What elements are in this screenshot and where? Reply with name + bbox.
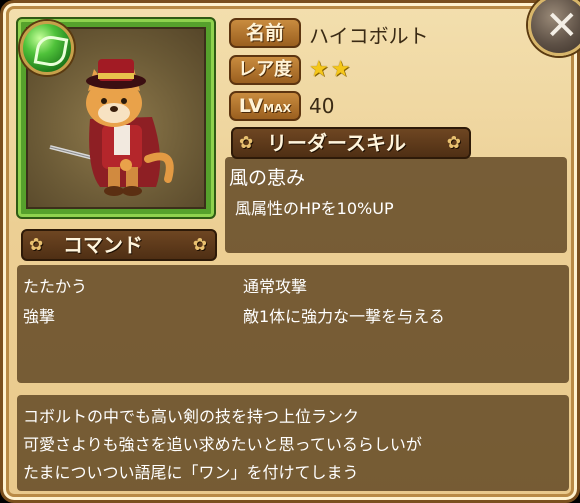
portrait-frame — [16, 17, 216, 219]
swirl-right-icon: ✿ — [446, 133, 461, 153]
wind-element-orb-icon — [20, 21, 74, 75]
rarity-stars: ★★ — [309, 57, 353, 82]
leader-skill-name: 風の恵み — [229, 167, 306, 189]
flavor-line: コボルトの中でも高い剣の技を持つ上位ランク — [23, 407, 360, 426]
level-value: 40 — [309, 94, 335, 118]
command-header-text: コマンド — [63, 233, 143, 257]
command-list-box: たたかう 通常攻撃 強撃 敵1体に強力な一撃を与える — [17, 265, 569, 383]
level-max-tag: MAX — [263, 102, 292, 115]
command-name: たたかう — [23, 277, 88, 296]
command-header: ✿ コマンド ✿ — [21, 229, 217, 261]
swirl-left-icon: ✿ — [239, 133, 254, 153]
swirl-left-icon: ✿ — [29, 235, 44, 255]
command-description: 通常攻撃 — [243, 277, 308, 296]
character-detail-panel: 名前 ハイコボルト レア度 ★★ LVMAX 40 風の恵み 風属性のHPを10… — [0, 0, 580, 503]
level-label-text: LV — [238, 95, 264, 117]
leader-skill-box: 風の恵み 風属性のHPを10%UP — [225, 157, 567, 253]
character-name: ハイコボルト — [309, 24, 429, 48]
flavor-line: 可愛さよりも強さを追い求めたいと思っているらしいが — [23, 435, 422, 454]
name-label: 名前 — [229, 18, 301, 48]
leader-skill-header: ✿ リーダースキル ✿ — [231, 127, 471, 159]
flavor-line: たまについつい語尾に「ワン」を付けてしまう — [23, 463, 359, 482]
leader-skill-description: 風属性のHPを10%UP — [235, 199, 394, 218]
close-icon: ✕ — [545, 3, 579, 49]
level-label: LVMAX — [229, 91, 301, 121]
leader-skill-header-text: リーダースキル — [267, 131, 406, 155]
swirl-right-icon: ✿ — [192, 235, 207, 255]
flavor-text-box: コボルトの中でも高い剣の技を持つ上位ランク 可愛さよりも強さを追い求めたいと思っ… — [17, 395, 569, 491]
rarity-label: レア度 — [229, 55, 301, 85]
command-name: 強撃 — [23, 307, 56, 326]
command-description: 敵1体に強力な一撃を与える — [243, 307, 445, 326]
